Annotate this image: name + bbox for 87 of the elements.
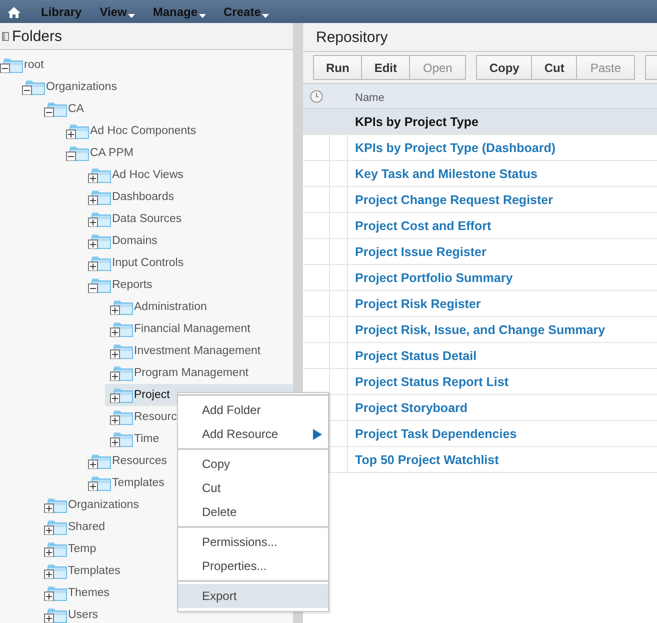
folder-icon[interactable] xyxy=(110,299,134,315)
tree-item[interactable]: Ad Hoc Components xyxy=(90,123,196,139)
tree-item[interactable]: Organizations xyxy=(68,497,139,513)
report-link[interactable]: Project Change Request Register xyxy=(348,187,553,212)
report-link[interactable]: Project Cost and Effort xyxy=(348,213,492,238)
tree-item[interactable]: Input Controls xyxy=(112,255,184,271)
menu-item[interactable]: Copy xyxy=(178,452,328,476)
tree-item[interactable]: Program Management xyxy=(134,365,248,381)
menu-item[interactable]: Add Folder xyxy=(178,398,328,422)
folder-icon[interactable] xyxy=(88,233,112,249)
caret-icon xyxy=(262,14,269,18)
tree-item[interactable]: Users xyxy=(68,607,98,623)
report-link[interactable]: Project Issue Register xyxy=(348,239,486,264)
report-link[interactable]: Project Risk Register xyxy=(348,291,481,316)
folder-icon[interactable] xyxy=(110,409,134,425)
tree-item[interactable]: Financial Management xyxy=(134,321,250,337)
menu-item[interactable]: Delete xyxy=(178,500,328,524)
folder-icon[interactable] xyxy=(110,365,134,381)
folder-icon[interactable] xyxy=(88,167,112,183)
folder-icon[interactable] xyxy=(88,475,112,491)
report-link[interactable]: Project Status Report List xyxy=(348,369,508,394)
tree-item[interactable]: CA PPM xyxy=(90,145,134,161)
tree-item[interactable]: Templates xyxy=(68,563,120,579)
tree-item[interactable]: Time xyxy=(134,431,160,447)
tree-item[interactable]: Resources xyxy=(112,453,167,469)
tree-item[interactable]: Templates xyxy=(112,475,164,491)
folder-icon[interactable] xyxy=(44,541,68,557)
caret-icon xyxy=(128,14,135,18)
folder-icon[interactable] xyxy=(22,79,46,95)
folder-icon[interactable] xyxy=(44,607,68,623)
report-link[interactable]: Key Task and Milestone Status xyxy=(348,161,538,186)
folder-icon[interactable] xyxy=(44,585,68,601)
menu-item[interactable]: Cut xyxy=(178,476,328,500)
toolbar-button[interactable]: Edit xyxy=(361,55,410,80)
tree-item[interactable]: Data Sources xyxy=(112,211,182,227)
folder-icon[interactable] xyxy=(88,277,112,293)
report-link[interactable]: Top 50 Project Watchlist xyxy=(348,447,499,472)
tree-item[interactable]: Organizations xyxy=(46,79,117,95)
panel-title: Repository xyxy=(303,23,657,52)
tree-item[interactable]: root xyxy=(24,57,44,73)
panel-icon[interactable] xyxy=(2,32,9,40)
tree-item[interactable]: Resourc xyxy=(134,409,177,425)
folder-icon[interactable] xyxy=(110,321,134,337)
report-link[interactable]: KPIs by Project Type (Dashboard) xyxy=(348,135,556,160)
panel-title: Folders xyxy=(12,28,62,44)
folder-icon[interactable] xyxy=(88,189,112,205)
caret-icon xyxy=(198,14,206,18)
folder-icon[interactable] xyxy=(110,431,134,447)
tree-item[interactable]: Administration xyxy=(134,299,207,315)
folder-icon[interactable] xyxy=(88,453,112,469)
tree-item[interactable]: Domains xyxy=(112,233,158,249)
menu-item[interactable]: Permissions... xyxy=(178,530,328,554)
tree-item[interactable]: Investment Management xyxy=(134,343,261,359)
folder-icon[interactable] xyxy=(110,343,134,359)
submenu-arrow-icon xyxy=(313,428,322,440)
folder-icon[interactable] xyxy=(44,563,68,579)
menu-item[interactable]: Properties... xyxy=(178,554,328,578)
report-link[interactable]: Project Task Dependencies xyxy=(348,421,517,446)
column-header[interactable]: Name xyxy=(348,84,384,108)
folder-icon[interactable] xyxy=(88,255,112,271)
tree-item[interactable]: Project xyxy=(134,387,170,403)
tree-item[interactable]: Reports xyxy=(112,277,152,293)
folder-icon[interactable] xyxy=(88,211,112,227)
toolbar-button[interactable]: Cut xyxy=(531,55,578,80)
tree-item[interactable]: Dashboards xyxy=(112,189,174,205)
folder-icon[interactable] xyxy=(44,497,68,513)
folder-icon[interactable] xyxy=(44,519,68,535)
menu-item[interactable]: Export xyxy=(178,584,328,608)
report-link[interactable]: Project Risk, Issue, and Change Summary xyxy=(348,317,606,342)
report-link[interactable]: Project Status Detail xyxy=(348,343,477,368)
tree-item[interactable]: Themes xyxy=(68,585,110,601)
folder-icon[interactable] xyxy=(110,387,134,403)
home-icon[interactable] xyxy=(7,6,21,18)
toolbar-button[interactable]: Run xyxy=(313,55,362,80)
tree-item[interactable]: Temp xyxy=(68,541,96,557)
folder-icon[interactable] xyxy=(66,123,90,139)
folder-icon[interactable] xyxy=(44,101,68,117)
folder-icon[interactable] xyxy=(66,145,90,161)
menu-item[interactable]: Add Resource xyxy=(178,422,328,446)
report-link[interactable]: Project Storyboard xyxy=(348,395,468,420)
folder-icon[interactable] xyxy=(0,57,24,73)
clock-icon xyxy=(310,90,322,102)
tree-item[interactable]: Ad Hoc Views xyxy=(112,167,184,183)
tree-item[interactable]: Shared xyxy=(68,519,106,535)
report-link[interactable]: Project Portfolio Summary xyxy=(348,265,513,290)
toolbar-button[interactable]: Copy xyxy=(476,55,532,80)
tree-item[interactable]: CA xyxy=(68,101,84,117)
